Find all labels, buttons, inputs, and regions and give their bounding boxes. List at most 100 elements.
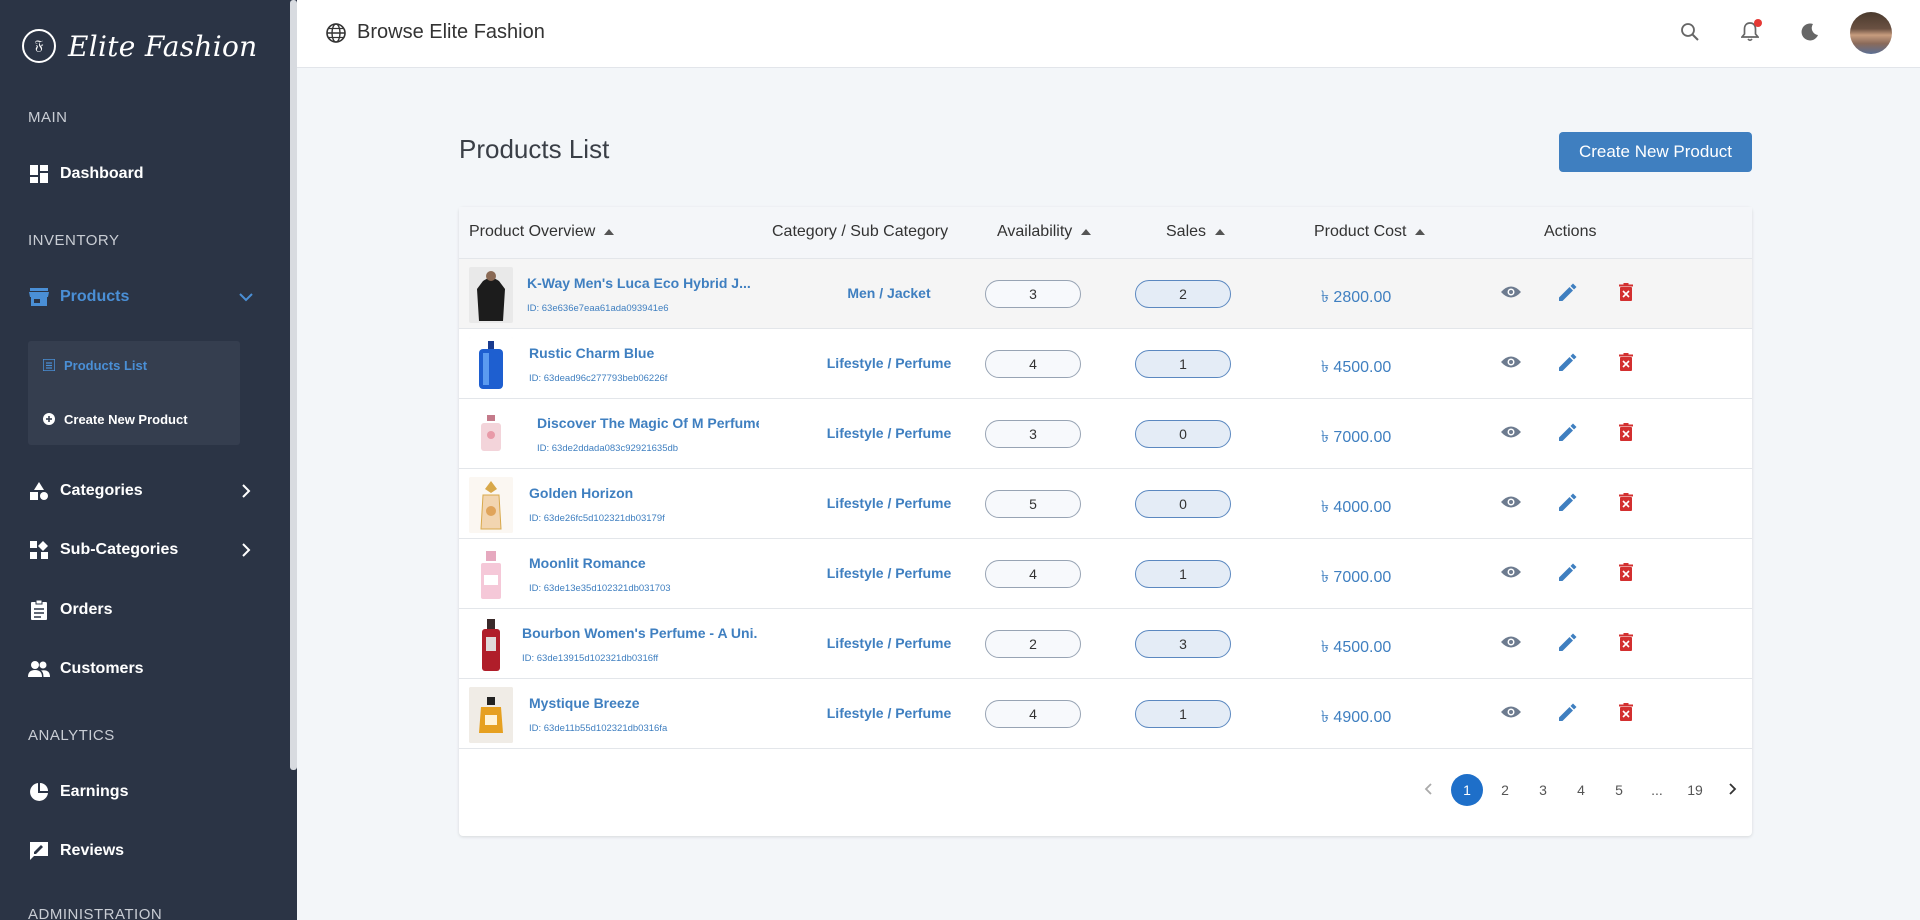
pagination-page-19[interactable]: 19 — [1679, 774, 1711, 806]
pagination-next-button[interactable] — [1717, 774, 1749, 806]
view-button[interactable] — [1499, 632, 1523, 656]
table-row[interactable]: Discover The Magic Of M Perfume ID: 63de… — [459, 399, 1752, 469]
trash-icon — [1619, 282, 1633, 306]
page-title: Products List — [459, 134, 610, 164]
sidebar-item-orders[interactable]: Orders — [0, 590, 290, 630]
table-row[interactable]: Bourbon Women's Perfume - A Uni... ID: 6… — [459, 609, 1752, 679]
product-name-link[interactable]: Golden Horizon — [529, 485, 754, 501]
pencil-icon — [1559, 423, 1577, 446]
sidebar-item-dashboard[interactable]: Dashboard — [0, 154, 290, 194]
view-button[interactable] — [1499, 492, 1523, 516]
table-row[interactable]: Golden Horizon ID: 63de26fc5d102321db031… — [459, 469, 1752, 539]
product-name-link[interactable]: Moonlit Romance — [529, 555, 754, 571]
column-header-label: Sales — [1166, 223, 1207, 240]
globe-icon — [325, 22, 347, 44]
pagination-page-5[interactable]: 5 — [1603, 774, 1635, 806]
product-thumbnail — [469, 337, 513, 393]
edit-button[interactable] — [1556, 422, 1580, 446]
product-id: ID: 63de26fc5d102321db03179f — [529, 513, 665, 524]
sidebar-item-customers[interactable]: Customers — [0, 649, 290, 689]
sort-up-icon — [1414, 226, 1426, 238]
delete-button[interactable] — [1614, 702, 1638, 726]
pagination-prev-button[interactable] — [1412, 774, 1444, 806]
submenu-item-label: Create New Product — [64, 411, 188, 427]
theme-toggle-button[interactable] — [1792, 16, 1828, 52]
eye-icon — [1500, 565, 1522, 584]
create-new-product-button[interactable]: Create New Product — [1559, 132, 1752, 172]
view-button[interactable] — [1499, 422, 1523, 446]
delete-button[interactable] — [1614, 562, 1638, 586]
column-header-sales[interactable]: Sales — [1166, 223, 1226, 241]
sidebar-item-products[interactable]: Products — [0, 277, 290, 317]
column-header-category[interactable]: Category / Sub Category — [772, 223, 948, 241]
delete-button[interactable] — [1614, 282, 1638, 306]
delete-button[interactable] — [1614, 632, 1638, 656]
submenu-item-products-list[interactable]: Products List — [28, 345, 240, 385]
product-category: Lifestyle / Perfume — [826, 635, 952, 651]
product-name-link[interactable]: Rustic Charm Blue — [529, 345, 754, 361]
pagination-page-2[interactable]: 2 — [1489, 774, 1521, 806]
notifications-button[interactable] — [1732, 16, 1768, 52]
delete-button[interactable] — [1614, 352, 1638, 376]
availability-badge: 4 — [985, 560, 1081, 588]
chevron-down-icon — [236, 287, 256, 307]
sidebar-item-categories[interactable]: Categories — [0, 471, 290, 511]
topbar-title[interactable]: Browse Elite Fashion — [325, 21, 545, 44]
column-header-cost[interactable]: Product Cost — [1314, 223, 1426, 241]
pagination-page-1[interactable]: 1 — [1451, 774, 1483, 806]
eye-icon — [1500, 635, 1522, 654]
edit-button[interactable] — [1556, 562, 1580, 586]
add-circle-icon — [42, 412, 56, 426]
product-thumbnail — [469, 267, 513, 323]
column-header-overview[interactable]: Product Overview — [469, 223, 615, 241]
view-button[interactable] — [1499, 352, 1523, 376]
eye-icon — [1500, 425, 1522, 444]
table-row[interactable]: Moonlit Romance ID: 63de13e35d102321db03… — [459, 539, 1752, 609]
sidebar-item-reviews[interactable]: Reviews — [0, 831, 290, 871]
product-name-link[interactable]: Mystique Breeze — [529, 695, 754, 711]
view-button[interactable] — [1499, 562, 1523, 586]
pagination-page-4[interactable]: 4 — [1565, 774, 1597, 806]
sidebar-item-subcategories[interactable]: Sub-Categories — [0, 530, 290, 570]
edit-button[interactable] — [1556, 702, 1580, 726]
delete-button[interactable] — [1614, 422, 1638, 446]
pencil-icon — [1559, 703, 1577, 726]
pagination-page-3[interactable]: 3 — [1527, 774, 1559, 806]
product-cost: ৳ 4900.00 — [1321, 709, 1392, 726]
sales-badge: 2 — [1135, 280, 1231, 308]
sidebar: 𝔉 Elite Fashion MAIN Dashboard INVENTORY… — [0, 0, 297, 920]
product-category: Lifestyle / Perfume — [826, 705, 952, 721]
column-header-availability[interactable]: Availability — [997, 223, 1092, 241]
product-category: Men / Jacket — [847, 285, 931, 301]
delete-button[interactable] — [1614, 492, 1638, 516]
table-row[interactable]: Rustic Charm Blue ID: 63dead96c277793beb… — [459, 329, 1752, 399]
table-row[interactable]: K-Way Men's Luca Eco Hybrid J... ID: 63e… — [459, 259, 1752, 329]
product-name-link[interactable]: K-Way Men's Luca Eco Hybrid J... — [527, 275, 752, 291]
product-thumbnail — [469, 477, 513, 533]
trash-icon — [1619, 632, 1633, 656]
search-button[interactable] — [1672, 16, 1708, 52]
trash-icon — [1619, 702, 1633, 726]
user-avatar[interactable] — [1850, 12, 1892, 54]
view-button[interactable] — [1499, 282, 1523, 306]
brand-name: Elite Fashion — [68, 29, 258, 63]
eye-icon — [1500, 495, 1522, 514]
table-row[interactable]: Mystique Breeze ID: 63de11b55d102321db03… — [459, 679, 1752, 749]
availability-badge: 2 — [985, 630, 1081, 658]
product-name-link[interactable]: Discover The Magic Of M Perfume — [537, 415, 759, 431]
view-button[interactable] — [1499, 702, 1523, 726]
submenu-item-create-product[interactable]: Create New Product — [28, 399, 240, 439]
edit-button[interactable] — [1556, 492, 1580, 516]
edit-button[interactable] — [1556, 282, 1580, 306]
sidebar-item-earnings[interactable]: Earnings — [0, 772, 290, 812]
product-id: ID: 63e636e7eaa61ada093941e6 — [527, 303, 669, 314]
column-header-actions: Actions — [1544, 223, 1596, 241]
column-header-label: Category / Sub Category — [772, 223, 949, 240]
edit-button[interactable] — [1556, 632, 1580, 656]
product-id: ID: 63de13915d102321db0316ff — [522, 653, 659, 664]
sidebar-scrollbar[interactable] — [290, 0, 297, 770]
brand[interactable]: 𝔉 Elite Fashion — [0, 0, 297, 92]
product-name-link[interactable]: Bourbon Women's Perfume - A Uni... — [522, 625, 757, 641]
product-cost: ৳ 2800.00 — [1321, 289, 1392, 306]
edit-button[interactable] — [1556, 352, 1580, 376]
